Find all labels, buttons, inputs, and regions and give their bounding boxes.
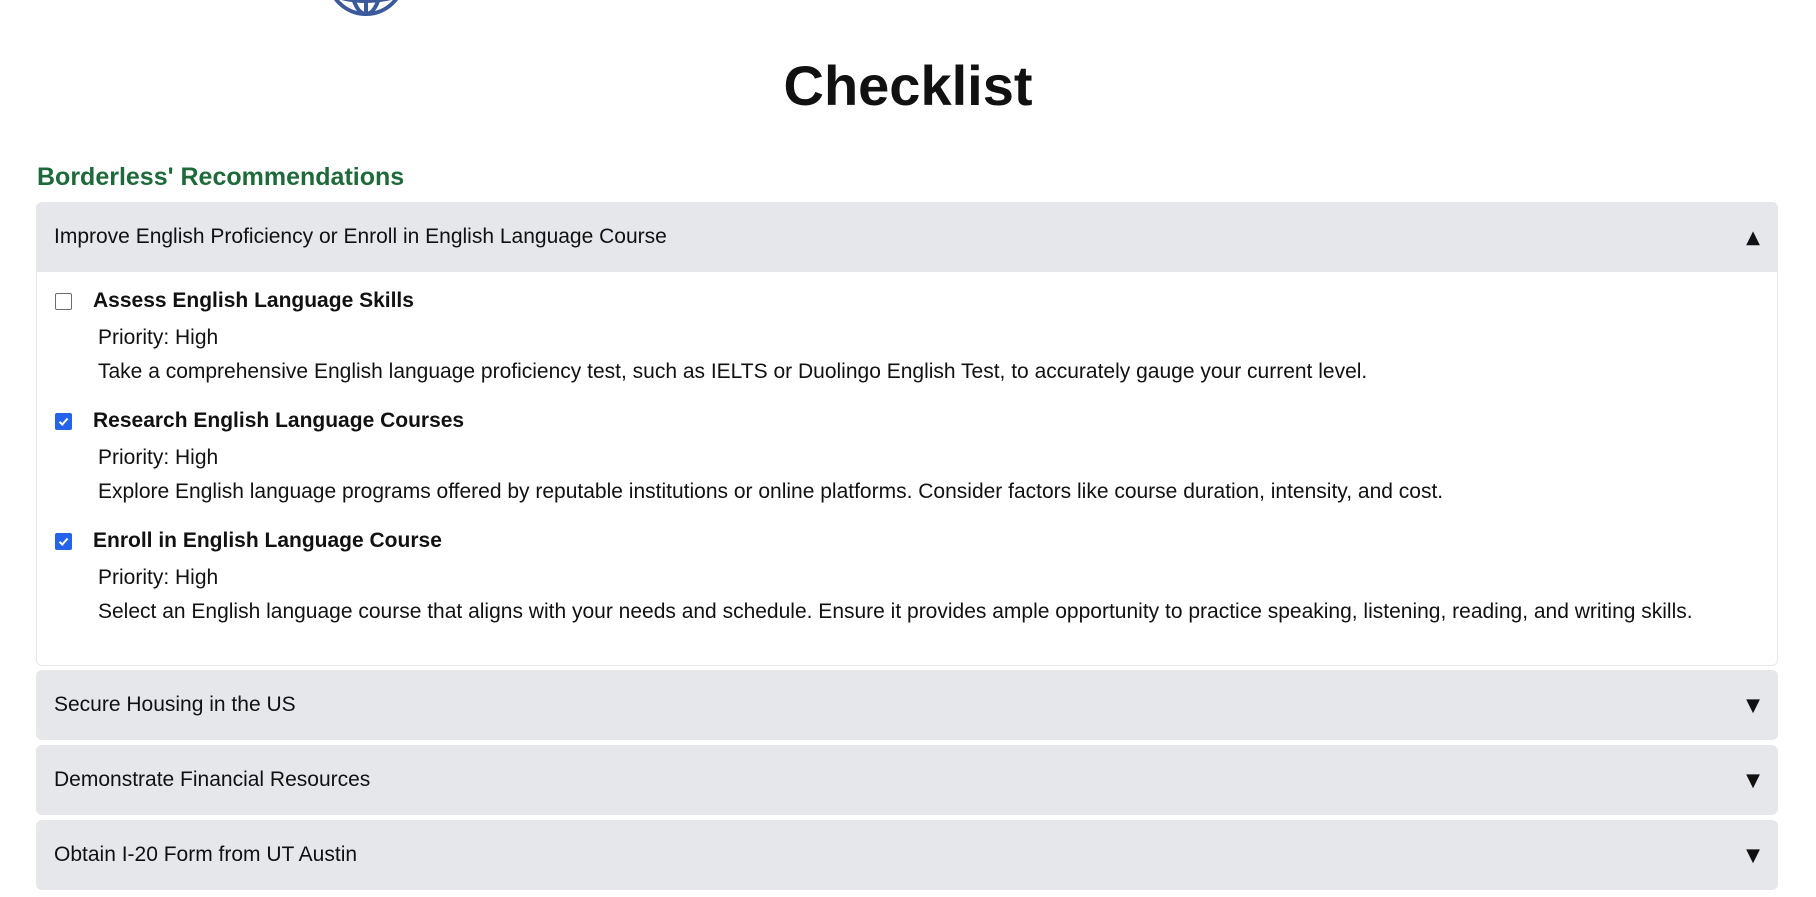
task-priority: Priority: High: [98, 326, 219, 349]
checkmark-icon: [58, 537, 69, 546]
chevron-down-icon: ▼: [1746, 844, 1760, 866]
accordion-title: Improve English Proficiency or Enroll in…: [54, 225, 667, 248]
task-description: Select an English language course that a…: [98, 600, 1693, 623]
task-description: Explore English language programs offere…: [98, 480, 1444, 503]
chevron-up-icon: ▲: [1746, 226, 1760, 248]
task-checkbox[interactable]: [55, 292, 72, 310]
page-title: Checklist: [783, 54, 1033, 117]
chevron-down-icon: ▼: [1746, 694, 1760, 716]
task-item: Enroll in English Language Course Priori…: [55, 526, 1759, 626]
accordion-financial-resources: Demonstrate Financial Resources ▼: [36, 745, 1778, 815]
accordion-body: Assess English Language Skills Priority:…: [36, 272, 1778, 666]
task-checkbox[interactable]: [55, 412, 72, 430]
accordion-header-financial-resources[interactable]: Demonstrate Financial Resources ▼: [36, 745, 1778, 815]
task-name: Assess English Language Skills: [93, 289, 414, 312]
checkmark-icon: [58, 417, 69, 426]
task-name: Research English Language Courses: [93, 409, 465, 432]
accordion-header-secure-housing[interactable]: Secure Housing in the US ▼: [36, 670, 1778, 740]
accordion-secure-housing: Secure Housing in the US ▼: [36, 670, 1778, 740]
task-item: Research English Language Courses Priori…: [55, 406, 1759, 506]
task-name: Enroll in English Language Course: [93, 529, 442, 552]
accordion-header-english-proficiency[interactable]: Improve English Proficiency or Enroll in…: [36, 202, 1778, 272]
chevron-down-icon: ▼: [1746, 769, 1760, 791]
accordion-title: Secure Housing in the US: [54, 693, 296, 716]
task-description: Take a comprehensive English language pr…: [98, 360, 1368, 383]
task-priority: Priority: High: [98, 566, 219, 589]
task-checkbox[interactable]: [55, 532, 72, 550]
task-item: Assess English Language Skills Priority:…: [55, 286, 1759, 386]
checklist-page: Checklist Borderless' Recommendations Im…: [0, 0, 1816, 897]
globe-icon: [334, 0, 398, 16]
accordion-header-i20-form[interactable]: Obtain I-20 Form from UT Austin ▼: [36, 820, 1778, 890]
accordion-i20-form: Obtain I-20 Form from UT Austin ▼: [36, 820, 1778, 890]
accordion-title: Obtain I-20 Form from UT Austin: [54, 843, 358, 866]
accordion-english-proficiency: Improve English Proficiency or Enroll in…: [36, 202, 1778, 666]
accordion-title: Demonstrate Financial Resources: [54, 768, 371, 791]
task-priority: Priority: High: [98, 446, 219, 469]
section-heading: Borderless' Recommendations: [37, 163, 405, 191]
